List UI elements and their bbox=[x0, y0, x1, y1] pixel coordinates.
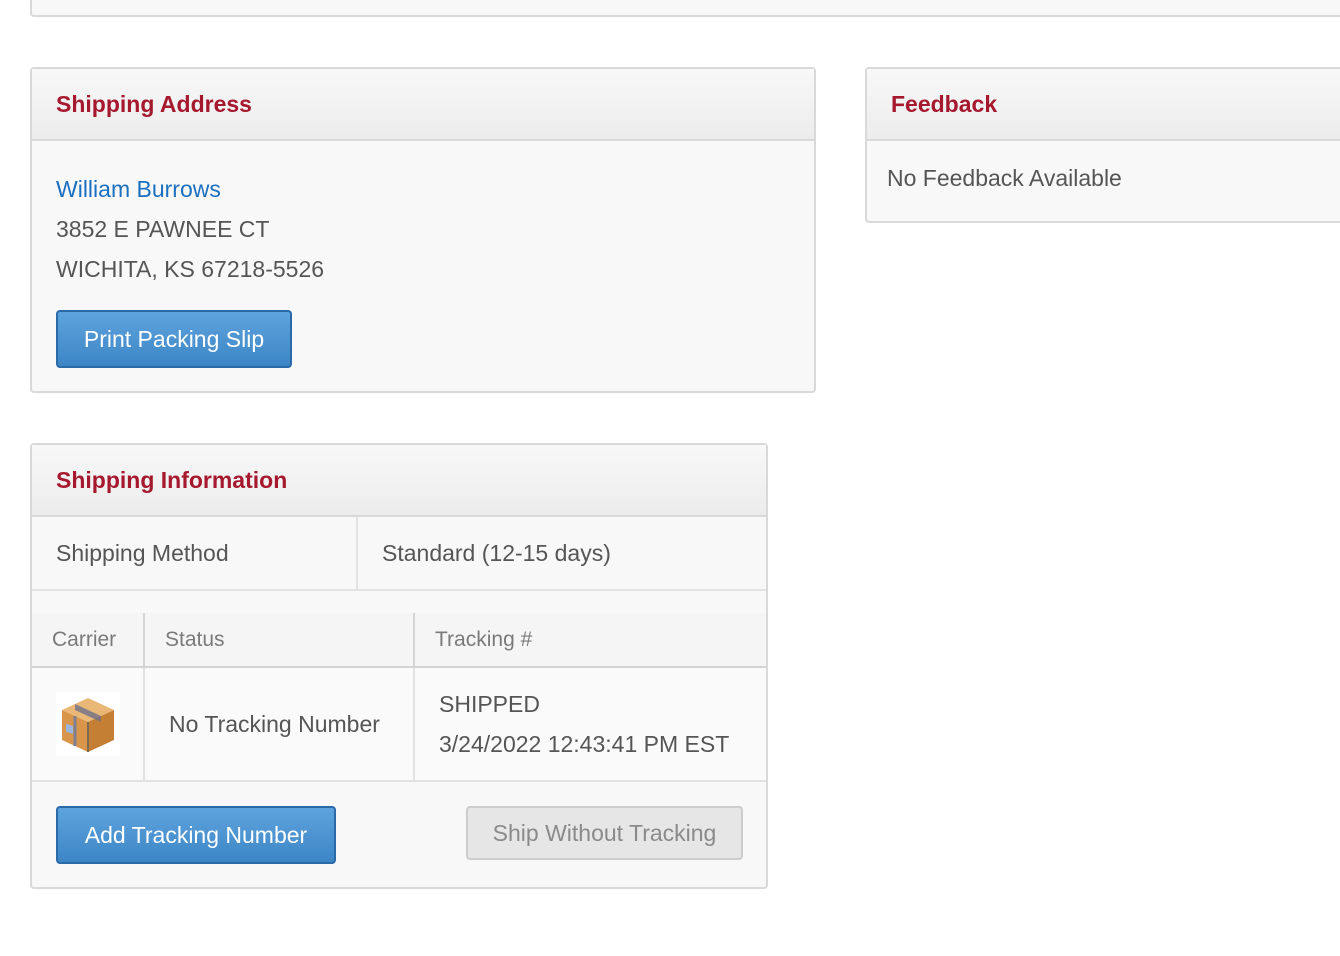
package-icon bbox=[55, 692, 120, 756]
shipping-method-value: Standard (12-15 days) bbox=[382, 539, 611, 566]
status-cell: No Tracking Number bbox=[145, 668, 415, 780]
previous-panel bbox=[30, 0, 1340, 17]
column-status: Status bbox=[145, 613, 415, 666]
feedback-heading: Feedback bbox=[867, 69, 1340, 141]
address-street: 3852 E PAWNEE CT bbox=[56, 216, 270, 242]
feedback-panel: Feedback No Feedback Available bbox=[865, 67, 1340, 223]
column-carrier: Carrier bbox=[32, 613, 145, 666]
print-packing-slip-button[interactable]: Print Packing Slip bbox=[56, 310, 292, 368]
tracking-cell: SHIPPED 3/24/2022 12:43:41 PM EST bbox=[415, 668, 729, 780]
customer-name-link[interactable]: William Burrows bbox=[56, 169, 790, 209]
add-tracking-number-button[interactable]: Add Tracking Number bbox=[56, 806, 336, 864]
shipping-information-panel: Shipping Information Shipping Method Sta… bbox=[30, 443, 768, 889]
shipping-address-heading: Shipping Address bbox=[32, 69, 814, 141]
ship-without-tracking-button[interactable]: Ship Without Tracking bbox=[466, 806, 743, 860]
feedback-message: No Feedback Available bbox=[887, 165, 1122, 191]
shipping-method-row: Shipping Method Standard (12-15 days) bbox=[32, 517, 766, 591]
shipping-information-title: Shipping Information bbox=[56, 466, 288, 493]
tracking-table-header: Carrier Status Tracking # bbox=[32, 613, 766, 668]
shipping-information-heading: Shipping Information bbox=[32, 445, 766, 517]
address-block: William Burrows 3852 E PAWNEE CT WICHITA… bbox=[32, 141, 814, 289]
shipping-address-title: Shipping Address bbox=[56, 90, 252, 117]
shipping-address-panel: Shipping Address William Burrows 3852 E … bbox=[30, 67, 816, 393]
carrier-cell bbox=[32, 668, 145, 780]
column-tracking: Tracking # bbox=[435, 627, 533, 651]
tracking-status-text: SHIPPED bbox=[439, 691, 540, 717]
address-city-state-zip: WICHITA, KS 67218-5526 bbox=[56, 256, 325, 282]
tracking-timestamp: 3/24/2022 12:43:41 PM EST bbox=[439, 731, 730, 757]
shipping-method-label: Shipping Method bbox=[32, 517, 358, 589]
feedback-title: Feedback bbox=[891, 90, 998, 117]
table-row: No Tracking Number SHIPPED 3/24/2022 12:… bbox=[32, 668, 766, 782]
